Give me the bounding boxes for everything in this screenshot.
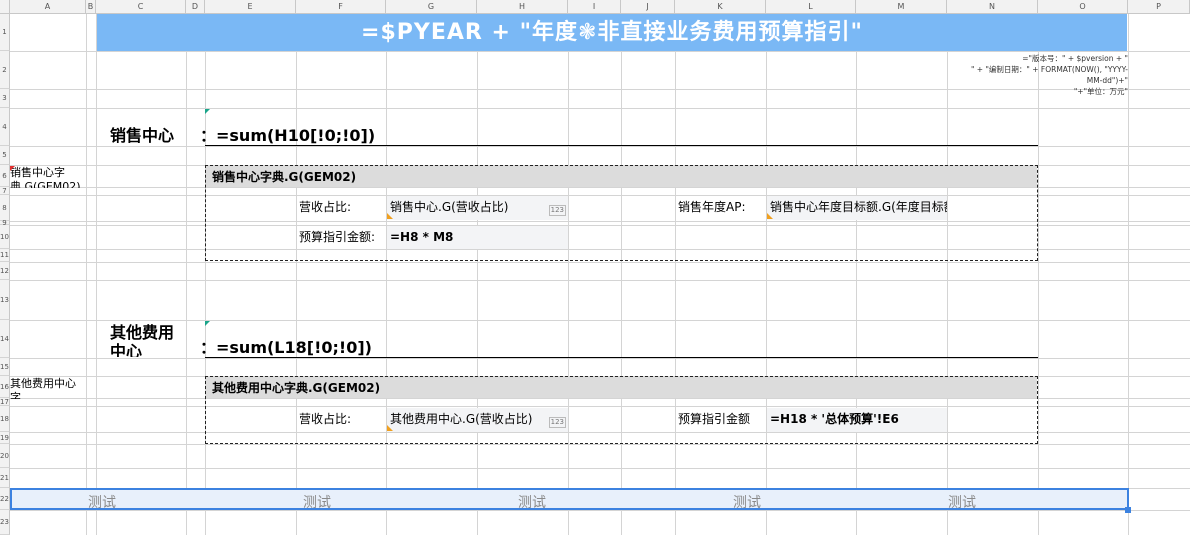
column-header-f[interactable]: F <box>296 0 386 14</box>
cell-marker-icon <box>205 321 210 326</box>
row-header-23[interactable]: 23 <box>0 510 10 535</box>
section-divider <box>205 145 1038 146</box>
other-dict-band[interactable]: 其他费用中心字典.G(GEM02) <box>206 377 1037 398</box>
column-header-n[interactable]: N <box>947 0 1038 14</box>
unit-line: "+"单位：万元" <box>1073 87 1128 96</box>
annual-ap-label[interactable]: 销售年度AP: <box>675 196 765 220</box>
other-sum-formula[interactable]: ：=sum(L18[!0;!0]) <box>200 334 372 358</box>
other-center-heading[interactable]: 其他费用中心 <box>110 323 186 357</box>
row-header-22[interactable]: 22 <box>0 488 10 510</box>
row-header-11[interactable]: 11 <box>0 249 10 262</box>
number-format-badge: 123 <box>548 417 566 428</box>
meta-info-cell[interactable]: ="版本号：" + $pversion + " " + "编制日期：" + FO… <box>948 53 1128 99</box>
date-line: " + "编制日期：" + FORMAT(NOW(), "YYYY- <box>970 65 1128 74</box>
row-header-16[interactable]: 16 <box>0 376 10 398</box>
test-cell[interactable]: 测试 <box>518 492 546 512</box>
row-header-13[interactable]: 13 <box>0 280 10 320</box>
revenue-ratio-text: 销售中心.G(营收占比) <box>390 200 509 214</box>
row-header-4[interactable]: 4 <box>0 108 10 146</box>
sales-dict-side-text: 销售中心字典.G(GEM02) <box>10 166 81 188</box>
row-header-5[interactable]: 5 <box>0 146 10 165</box>
row-header-19[interactable]: 19 <box>0 432 10 444</box>
row-header-1[interactable]: 1 <box>0 14 10 51</box>
column-header-i[interactable]: I <box>568 0 621 14</box>
revenue-ratio-value[interactable]: 销售中心.G(营收占比) 123 <box>387 196 568 220</box>
dropdown-marker-icon <box>767 213 773 219</box>
row-header-8[interactable]: 8 <box>0 195 10 221</box>
row-header-15[interactable]: 15 <box>0 358 10 376</box>
column-header-h[interactable]: H <box>477 0 568 14</box>
column-header-b[interactable]: B <box>86 0 96 14</box>
other-revenue-ratio-value[interactable]: 其他费用中心.G(营收占比) 123 <box>387 408 568 432</box>
column-header-e[interactable]: E <box>205 0 296 14</box>
other-dict-side-text: 其他费用中心字典.G(GEM02) <box>10 377 76 399</box>
version-line: ="版本号：" + $pversion + " <box>1022 54 1128 63</box>
row-header-7[interactable]: 7 <box>0 187 10 195</box>
sales-dict-side-cell[interactable]: 销售中心字典.G(GEM02) <box>10 166 86 188</box>
column-header-a[interactable]: A <box>10 0 86 14</box>
other-revenue-ratio-text: 其他费用中心.G(营收占比) <box>390 412 533 426</box>
error-marker-icon <box>10 166 15 171</box>
other-budget-formula[interactable]: =H18 * '总体预算'!E6 <box>767 408 947 432</box>
other-budget-label[interactable]: 预算指引金额 <box>675 408 765 432</box>
budget-amount-formula[interactable]: =H8 * M8 <box>387 226 568 249</box>
corner-cell[interactable] <box>0 0 10 14</box>
row-header-6[interactable]: 6 <box>0 165 10 187</box>
row-header-20[interactable]: 20 <box>0 444 10 468</box>
date-format-line: MM-dd")+" <box>1086 76 1128 85</box>
row-header-3[interactable]: 3 <box>0 89 10 108</box>
budget-amount-label[interactable]: 预算指引金额: <box>296 226 386 249</box>
sales-dict-band[interactable]: 销售中心字典.G(GEM02) <box>206 166 1037 187</box>
sales-sum-formula[interactable]: ：=sum(H10[!0;!0]) <box>200 122 375 146</box>
number-format-badge: 123 <box>548 205 566 216</box>
cell-marker-icon <box>205 109 210 114</box>
column-header-l[interactable]: L <box>766 0 856 14</box>
row-header-14[interactable]: 14 <box>0 320 10 358</box>
column-header-m[interactable]: M <box>856 0 947 14</box>
column-header-g[interactable]: G <box>386 0 477 14</box>
column-header-k[interactable]: K <box>675 0 766 14</box>
row-header-21[interactable]: 21 <box>0 468 10 488</box>
other-dict-side-cell[interactable]: 其他费用中心字典.G(GEM02) <box>10 377 86 399</box>
sales-center-heading[interactable]: 销售中心 <box>110 122 174 146</box>
test-cell[interactable]: 测试 <box>948 492 976 512</box>
annual-ap-value[interactable]: 销售中心年度目标额.G(年度目标额) <box>767 196 947 220</box>
row-header-2[interactable]: 2 <box>0 51 10 89</box>
fill-handle[interactable] <box>1125 507 1131 513</box>
test-cell[interactable]: 测试 <box>88 492 116 512</box>
dropdown-marker-icon <box>387 425 393 431</box>
column-header-o[interactable]: O <box>1038 0 1128 14</box>
test-cell[interactable]: 测试 <box>303 492 331 512</box>
revenue-ratio-label[interactable]: 营收占比: <box>296 196 386 220</box>
report-title-cell[interactable]: =$PYEAR + "年度❃非直接业务费用预算指引" <box>97 14 1127 51</box>
column-header-p[interactable]: P <box>1128 0 1190 14</box>
row-header-12[interactable]: 12 <box>0 262 10 280</box>
test-cell[interactable]: 测试 <box>733 492 761 512</box>
row-header-10[interactable]: 10 <box>0 225 10 249</box>
column-header-d[interactable]: D <box>186 0 205 14</box>
row-header-18[interactable]: 18 <box>0 406 10 432</box>
other-revenue-ratio-label[interactable]: 营收占比: <box>296 408 386 432</box>
column-header-j[interactable]: J <box>621 0 675 14</box>
row-header-17[interactable]: 17 <box>0 398 10 406</box>
dropdown-marker-icon <box>387 213 393 219</box>
section-divider <box>205 357 1038 358</box>
column-header-c[interactable]: C <box>96 0 186 14</box>
